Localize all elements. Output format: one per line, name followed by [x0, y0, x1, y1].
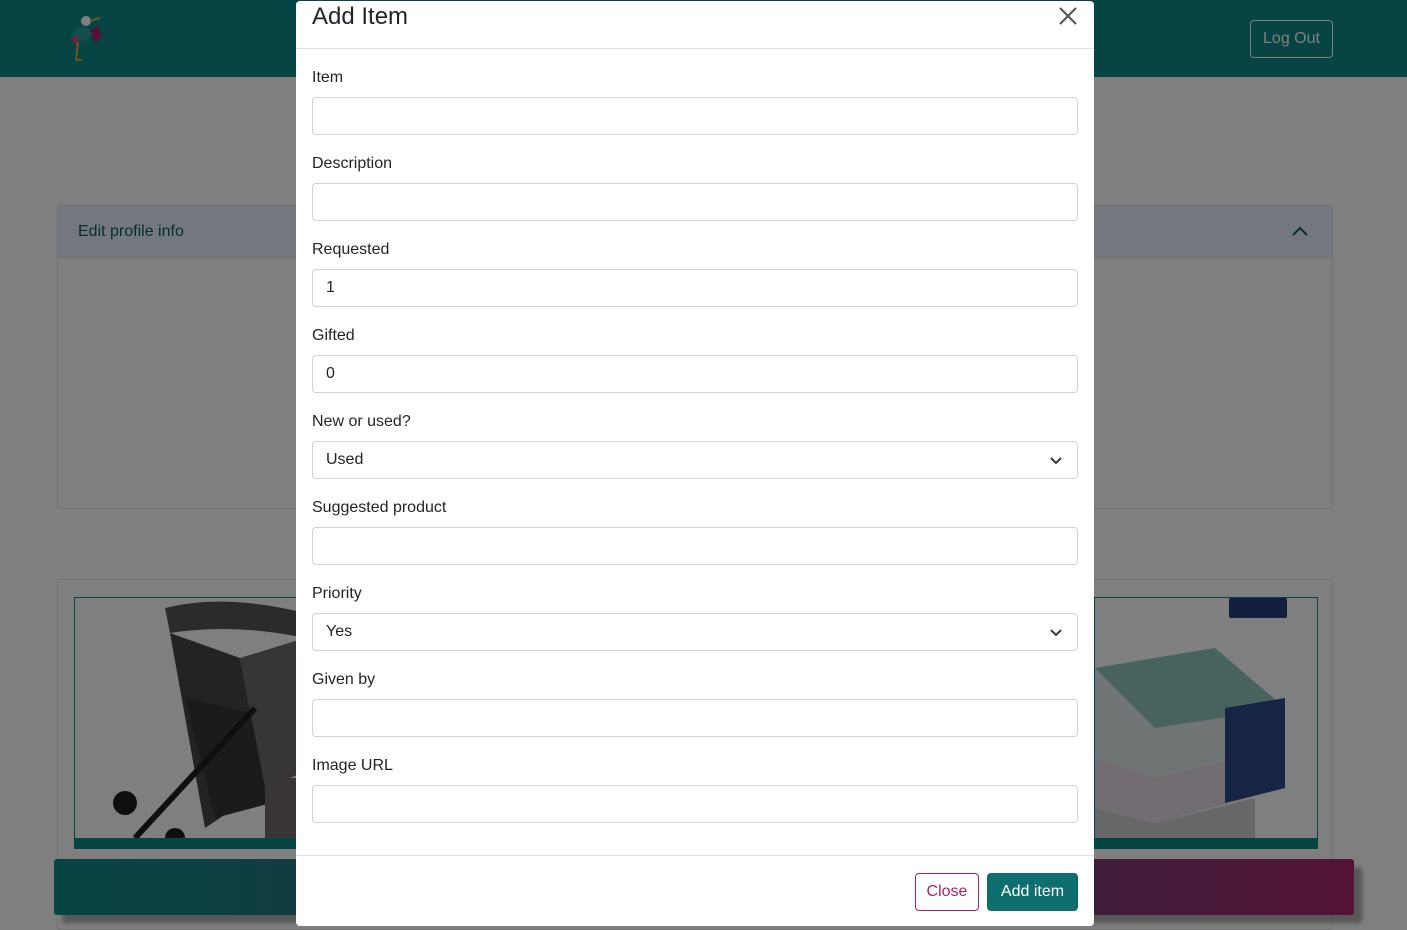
requested-field-group: Requested 1	[312, 221, 1078, 307]
item-input[interactable]	[312, 97, 1078, 135]
suggested-product-field-group: Suggested product	[312, 479, 1078, 565]
chevron-down-icon	[1050, 457, 1062, 465]
modal-title: Add Item	[312, 3, 409, 30]
gifted-label: Gifted	[312, 327, 355, 344]
close-button[interactable]: Close	[915, 873, 979, 911]
condition-label: New or used?	[312, 413, 411, 430]
gifted-field-group: Gifted 0	[312, 307, 1078, 393]
requested-label: Requested	[312, 241, 390, 258]
description-field-group: Description	[312, 135, 1078, 221]
condition-value: Used	[326, 451, 364, 468]
image-url-input[interactable]	[312, 785, 1078, 823]
modal-footer: Close Add item	[296, 855, 1094, 926]
modal-header: Add Item	[296, 1, 1094, 49]
given-by-label: Given by	[312, 671, 376, 688]
priority-value: Yes	[326, 623, 353, 640]
condition-select[interactable]: Used	[312, 441, 1078, 479]
item-field-group: Item	[312, 49, 1078, 135]
image-url-field-group: Image URL	[312, 737, 1078, 823]
priority-select[interactable]: Yes	[312, 613, 1078, 651]
given-by-field-group: Given by	[312, 651, 1078, 737]
condition-field-group: New or used? Used	[312, 393, 1078, 479]
add-item-modal: Add Item Item Description Requested 1 Gi…	[296, 1, 1094, 926]
gifted-input[interactable]: 0	[312, 355, 1078, 393]
priority-field-group: Priority Yes	[312, 565, 1078, 651]
suggested-product-label: Suggested product	[312, 499, 447, 516]
description-input[interactable]	[312, 183, 1078, 221]
priority-label: Priority	[312, 585, 362, 602]
image-url-label: Image URL	[312, 757, 393, 774]
suggested-product-input[interactable]	[312, 527, 1078, 565]
item-label: Item	[312, 69, 344, 86]
modal-body: Item Description Requested 1 Gifted 0 Ne…	[296, 49, 1094, 823]
close-icon[interactable]	[1056, 4, 1080, 28]
add-item-button[interactable]: Add item	[987, 873, 1078, 911]
description-label: Description	[312, 155, 393, 172]
chevron-down-icon	[1050, 629, 1062, 637]
given-by-input[interactable]	[312, 699, 1078, 737]
requested-input[interactable]: 1	[312, 269, 1078, 307]
